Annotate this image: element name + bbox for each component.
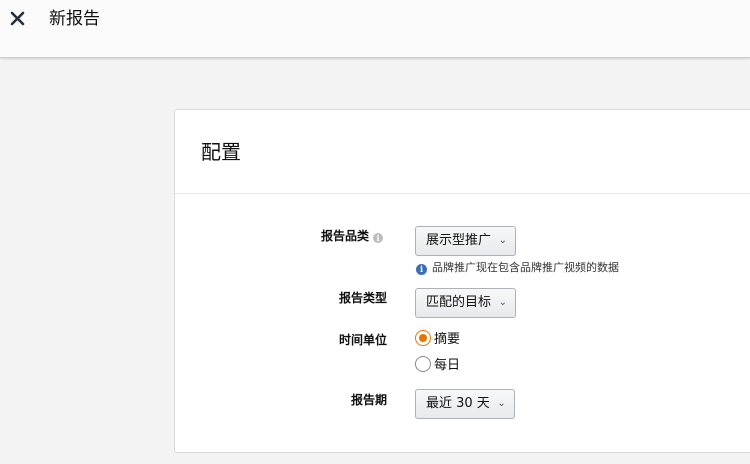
time-unit-label: 时间单位 xyxy=(338,333,387,347)
report-category-label: 报告品类 i xyxy=(263,228,383,244)
info-icon[interactable]: i xyxy=(373,233,383,243)
chevron-down-icon: ⌄ xyxy=(498,297,508,308)
report-category-value: 展示型推广 xyxy=(426,233,492,248)
close-button[interactable] xyxy=(8,9,28,29)
page-title: 新报告 xyxy=(49,9,100,29)
report-category-note: i 品牌推广现在包含品牌推广视频的数据 xyxy=(416,261,619,275)
report-period-dropdown[interactable]: 最近 30 天 ⌄ xyxy=(415,389,515,419)
report-period-value: 最近 30 天 xyxy=(426,396,490,411)
radio-unchecked-icon xyxy=(415,356,431,372)
time-unit-radio-daily[interactable]: 每日 xyxy=(415,356,460,376)
time-unit-option-label: 每日 xyxy=(434,358,461,373)
chevron-down-icon: ⌄ xyxy=(498,235,508,246)
close-icon xyxy=(10,11,25,26)
report-period-label: 报告期 xyxy=(350,393,387,407)
report-category-dropdown[interactable]: 展示型推广 ⌄ xyxy=(415,226,517,256)
report-type-label: 报告类型 xyxy=(338,291,387,305)
config-card-header: 配置 xyxy=(175,110,750,194)
report-type-value: 匹配的目标 xyxy=(426,295,492,310)
report-category-note-text: 品牌推广现在包含品牌推广视频的数据 xyxy=(432,261,619,274)
config-card: 配置 报告品类 i 展示型推广 ⌄ i 品牌推广现在包含品牌推广视频的数据 报告类型… xyxy=(174,109,750,453)
time-unit-option-label: 摘要 xyxy=(434,332,461,347)
top-bar: 新报告 xyxy=(0,0,750,58)
time-unit-radio-summary[interactable]: 摘要 xyxy=(415,330,460,350)
report-category-label-text: 报告品类 xyxy=(320,229,369,243)
config-title: 配置 xyxy=(201,140,241,164)
info-icon: i xyxy=(416,264,427,275)
radio-checked-icon xyxy=(415,330,431,346)
report-type-dropdown[interactable]: 匹配的目标 ⌄ xyxy=(415,288,517,318)
chevron-down-icon: ⌄ xyxy=(497,398,506,409)
